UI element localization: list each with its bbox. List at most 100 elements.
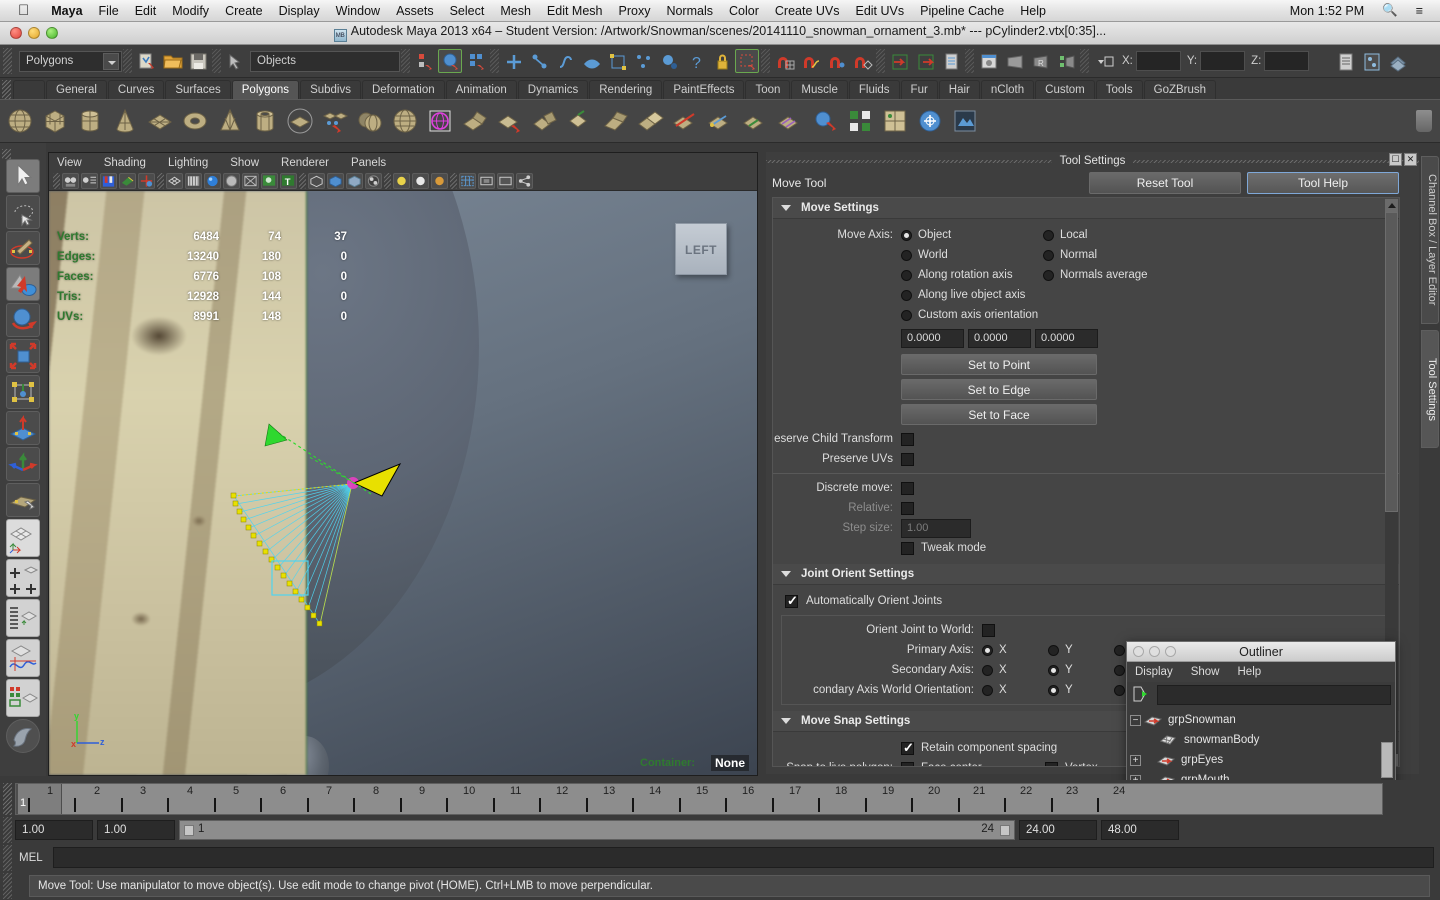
shelf-tab-general[interactable]: General — [46, 80, 107, 99]
filter-icon[interactable] — [1131, 685, 1153, 705]
isolate-select-icon[interactable] — [308, 173, 325, 189]
list-item[interactable]: snowmanBody — [1127, 730, 1395, 750]
poly-split-polygon-icon[interactable] — [705, 106, 735, 136]
outliner-menu-display[interactable]: Display — [1135, 666, 1173, 678]
viewport-menu-lighting[interactable]: Lighting — [168, 157, 208, 169]
apple-icon[interactable]:  — [18, 3, 29, 18]
command-line-grip[interactable] — [3, 844, 12, 871]
menu-color[interactable]: Color — [721, 4, 767, 18]
statusline-grip[interactable] — [3, 48, 12, 74]
menu-proxy[interactable]: Proxy — [611, 4, 659, 18]
light-white-icon[interactable] — [412, 173, 429, 189]
shelf-tab-polygons[interactable]: Polygons — [231, 80, 300, 99]
camera-attributes-icon[interactable] — [81, 173, 98, 189]
select-tool[interactable] — [6, 159, 40, 193]
viewport-menu-show[interactable]: Show — [230, 157, 259, 169]
custom-axis-y-field[interactable]: 0.0000 — [968, 328, 1031, 348]
expander-plus-icon[interactable]: + — [1130, 754, 1141, 766]
layout-outliner-persp[interactable] — [6, 599, 40, 637]
toolbox-grip[interactable] — [2, 149, 11, 159]
shelf-tab-ncloth[interactable]: nCloth — [980, 80, 1035, 99]
poly-extrude-icon[interactable] — [460, 106, 490, 136]
display-style-flat-icon[interactable] — [346, 173, 363, 189]
bookmark-icon[interactable] — [100, 173, 117, 189]
poly-plane-icon[interactable] — [145, 106, 175, 136]
tweak-mode-checkbox[interactable] — [901, 541, 914, 555]
menu-file[interactable]: File — [91, 4, 127, 18]
layout-persp-graph[interactable] — [6, 639, 40, 677]
poly-sphere-icon[interactable] — [5, 106, 35, 136]
shelf-tab-painteffects[interactable]: PaintEffects — [663, 80, 745, 99]
menu-pipeline-cache[interactable]: Pipeline Cache — [912, 4, 1012, 18]
select-camera-icon[interactable] — [62, 173, 79, 189]
new-scene-icon[interactable] — [134, 49, 158, 73]
show-manipulator-tool[interactable] — [6, 447, 40, 481]
radio-along-live-object-axis[interactable]: Along live object axis — [901, 289, 1025, 301]
vertex-checkbox[interactable] — [1045, 761, 1058, 766]
range-start-field[interactable]: 1.00 — [97, 820, 175, 840]
shelf-tab-hair[interactable]: Hair — [938, 80, 980, 99]
shelf-tab-curves[interactable]: Curves — [107, 80, 165, 99]
poly-wedge-icon[interactable] — [600, 106, 630, 136]
output-connection-icon[interactable] — [913, 49, 937, 73]
range-end-field[interactable]: 24.00 — [1019, 820, 1097, 840]
discrete-move-checkbox[interactable] — [901, 481, 914, 495]
move-settings-section-header[interactable]: Move Settings — [773, 198, 1399, 219]
range-slider[interactable]: 1 24 — [179, 820, 1015, 840]
poly-boolean-icon[interactable] — [355, 106, 385, 136]
reset-tool-button[interactable]: Reset Tool — [1089, 172, 1241, 194]
menu-edit-mesh[interactable]: Edit Mesh — [539, 4, 611, 18]
timeline-bar[interactable]: 1 1 2 3 4 5 6 7 8 9 10 11 12 13 14 15 16… — [15, 782, 1383, 815]
menu-normals[interactable]: Normals — [658, 4, 721, 18]
poly-transfer-icon[interactable] — [915, 106, 945, 136]
share-icon[interactable] — [516, 173, 533, 189]
snap-grid-icon[interactable] — [772, 49, 796, 73]
show-hide-channel-box-icon[interactable] — [1385, 49, 1409, 73]
retain-component-spacing-checkbox[interactable] — [901, 740, 914, 756]
menu-create-uvs[interactable]: Create UVs — [767, 4, 848, 18]
snap-point-icon[interactable] — [824, 49, 848, 73]
poly-duplicate-face-icon[interactable] — [635, 106, 665, 136]
shelf-tab-rendering[interactable]: Rendering — [589, 80, 663, 99]
maya-logo-icon[interactable] — [6, 719, 40, 753]
poly-lattice-icon[interactable] — [425, 106, 455, 136]
shelf-tab-subdivs[interactable]: Subdivs — [300, 80, 361, 99]
light-orange-icon[interactable] — [431, 173, 448, 189]
timeline-grip[interactable] — [3, 782, 12, 815]
poly-offset-edge-loop-icon[interactable] — [775, 106, 805, 136]
tool-help-button[interactable]: Tool Help — [1247, 172, 1399, 194]
x-field[interactable] — [1135, 51, 1181, 71]
viewport-menu-renderer[interactable]: Renderer — [281, 157, 329, 169]
menu-assets[interactable]: Assets — [388, 4, 442, 18]
mask-curve-icon[interactable] — [553, 49, 577, 73]
mask-vertex-icon[interactable] — [501, 49, 525, 73]
shelf-tab-custom[interactable]: Custom — [1035, 80, 1095, 99]
grid-toggle-icon[interactable] — [459, 173, 476, 189]
secondary-axis-x[interactable]: X — [982, 664, 1034, 676]
ipr-render-icon[interactable] — [1002, 49, 1026, 73]
poly-torus-icon[interactable] — [180, 106, 210, 136]
menu-help[interactable]: Help — [1012, 4, 1054, 18]
preserve-child-checkbox[interactable] — [901, 432, 914, 446]
outliner-scrollbar-thumb[interactable] — [1381, 742, 1393, 778]
shelf-tab-toon[interactable]: Toon — [745, 80, 791, 99]
set-to-edge-button[interactable]: Set to Edge — [901, 379, 1097, 400]
mask-surface-icon[interactable] — [579, 49, 603, 73]
list-item[interactable]: + grpEyes — [1127, 750, 1395, 770]
vertex-option[interactable]: Vertex — [1045, 761, 1098, 766]
joint-orient-section-header[interactable]: Joint Orient Settings — [773, 564, 1399, 585]
move-manipulator-y-axis[interactable] — [249, 406, 379, 496]
shelf-tab-gozbrush[interactable]: GoZBrush — [1143, 80, 1217, 99]
scrollbar-thumb[interactable] — [1385, 212, 1398, 512]
shelf-editor-button[interactable] — [13, 80, 45, 99]
component-mode-icon[interactable] — [464, 49, 488, 73]
range-slider-right-handle[interactable] — [1000, 825, 1010, 836]
expander-minus-icon[interactable]: − — [1130, 714, 1141, 726]
poly-cone-icon[interactable] — [110, 106, 140, 136]
auto-orient-joints-checkbox[interactable] — [785, 593, 798, 609]
object-mode-icon[interactable] — [438, 49, 462, 73]
shadows-icon[interactable] — [242, 173, 259, 189]
shade-textured-icon[interactable] — [204, 173, 221, 189]
construction-history-icon[interactable] — [939, 49, 963, 73]
display-style-textured-icon[interactable] — [365, 173, 382, 189]
